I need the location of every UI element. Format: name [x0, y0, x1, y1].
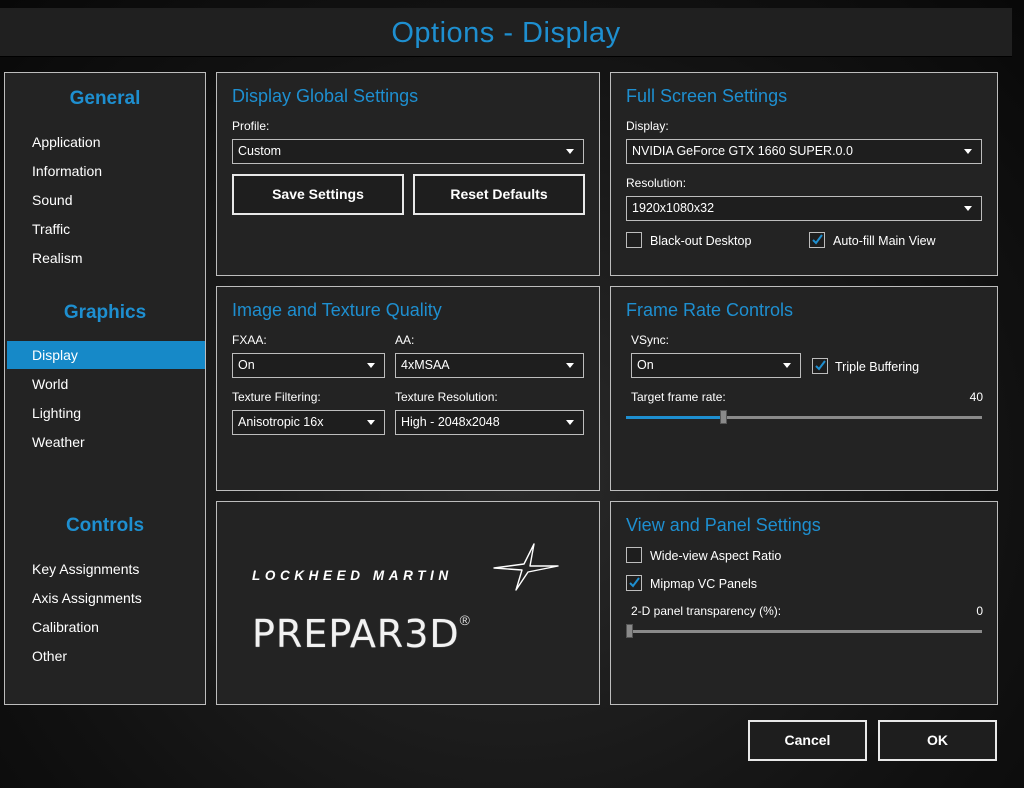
- display-value: NVIDIA GeForce GTX 1660 SUPER.0.0: [632, 144, 853, 158]
- global-settings-title: Display Global Settings: [232, 86, 419, 106]
- window-title: Options - Display: [0, 8, 1012, 57]
- view-title: View and Panel Settings: [626, 515, 821, 535]
- sidebar-nav: General Application Information Sound Tr…: [4, 72, 206, 705]
- display-select[interactable]: NVIDIA GeForce GTX 1660 SUPER.0.0: [626, 139, 982, 164]
- chevron-down-icon: [367, 363, 375, 368]
- logo-panel: LOCKHEED MARTIN PREPAR3D®: [216, 501, 600, 705]
- target-frame-rate-value: 40: [969, 390, 983, 404]
- sidebar-item-sound[interactable]: Sound: [7, 186, 205, 214]
- framerate-panel: Frame Rate Controls VSync: On Triple Buf…: [610, 286, 998, 491]
- texture-resolution-label: Texture Resolution:: [395, 390, 498, 404]
- vsync-value: On: [637, 358, 654, 372]
- fullscreen-settings-panel: Full Screen Settings Display: NVIDIA GeF…: [610, 72, 998, 276]
- autofill-main-view-checkbox[interactable]: [809, 232, 825, 248]
- blackout-desktop-label: Black-out Desktop: [650, 234, 752, 248]
- slider-track: [626, 630, 982, 633]
- chevron-down-icon: [566, 149, 574, 154]
- nav-heading-general: General: [69, 88, 141, 109]
- texture-resolution-select[interactable]: High - 2048x2048: [395, 410, 584, 435]
- slider-thumb[interactable]: [626, 624, 633, 638]
- aa-select[interactable]: 4xMSAA: [395, 353, 584, 378]
- aa-label: AA:: [395, 333, 415, 347]
- texture-filtering-value: Anisotropic 16x: [238, 415, 324, 429]
- blackout-desktop-checkbox[interactable]: [626, 232, 642, 248]
- target-frame-rate-slider[interactable]: [626, 409, 982, 425]
- sidebar-item-world[interactable]: World: [7, 370, 205, 398]
- texture-resolution-value: High - 2048x2048: [401, 415, 500, 429]
- view-panel: View and Panel Settings Wide-view Aspect…: [610, 501, 998, 705]
- chevron-down-icon: [964, 149, 972, 154]
- global-settings-panel: Display Global Settings Profile: Custom …: [216, 72, 600, 276]
- wide-view-aspect-checkbox[interactable]: [626, 547, 642, 563]
- aa-value: 4xMSAA: [401, 358, 450, 372]
- vsync-label: VSync:: [631, 333, 670, 347]
- autofill-main-view-label: Auto-fill Main View: [833, 234, 936, 248]
- sidebar-item-weather[interactable]: Weather: [7, 428, 205, 456]
- sidebar-item-calibration[interactable]: Calibration: [7, 613, 205, 641]
- display-label: Display:: [626, 119, 669, 133]
- framerate-title: Frame Rate Controls: [626, 300, 794, 320]
- prepar3d-logo: PREPAR3D®: [252, 612, 470, 660]
- sidebar-item-information[interactable]: Information: [7, 157, 205, 185]
- resolution-select[interactable]: 1920x1080x32: [626, 196, 982, 221]
- sidebar-item-application[interactable]: Application: [7, 128, 205, 156]
- quality-panel: Image and Texture Quality FXAA: On AA: 4…: [216, 286, 600, 491]
- star-logo-icon: [493, 543, 559, 591]
- sidebar-item-display[interactable]: Display: [7, 341, 205, 369]
- sidebar-item-lighting[interactable]: Lighting: [7, 399, 205, 427]
- triple-buffering-checkbox[interactable]: [812, 358, 828, 374]
- resolution-label: Resolution:: [626, 176, 687, 190]
- chevron-down-icon: [566, 363, 574, 368]
- chevron-down-icon: [367, 420, 375, 425]
- save-settings-button[interactable]: Save Settings: [232, 174, 404, 215]
- wide-view-aspect-label: Wide-view Aspect Ratio: [650, 549, 782, 563]
- profile-value: Custom: [238, 144, 282, 158]
- fxaa-value: On: [238, 358, 255, 372]
- reset-defaults-button[interactable]: Reset Defaults: [413, 174, 585, 215]
- target-frame-rate-label: Target frame rate:: [631, 390, 726, 404]
- mipmap-vc-panels-checkbox[interactable]: [626, 575, 642, 591]
- cancel-button[interactable]: Cancel: [748, 720, 867, 761]
- texture-filtering-select[interactable]: Anisotropic 16x: [232, 410, 385, 435]
- chevron-down-icon: [783, 363, 791, 368]
- checkmark-icon: [812, 234, 823, 245]
- panel-transparency-label: 2-D panel transparency (%):: [631, 604, 782, 618]
- lockheed-martin-text: LOCKHEED MARTIN: [252, 568, 453, 583]
- sidebar-item-other[interactable]: Other: [7, 642, 205, 670]
- registered-mark: ®: [459, 612, 470, 628]
- ok-button[interactable]: OK: [878, 720, 997, 761]
- sidebar-item-realism[interactable]: Realism: [7, 244, 205, 272]
- checkmark-icon: [629, 577, 640, 588]
- nav-heading-controls: Controls: [65, 515, 145, 536]
- slider-thumb[interactable]: [720, 410, 727, 424]
- sidebar-item-traffic[interactable]: Traffic: [7, 215, 205, 243]
- profile-select[interactable]: Custom: [232, 139, 584, 164]
- checkmark-icon: [815, 360, 826, 371]
- panel-transparency-value: 0: [976, 604, 983, 618]
- slider-fill: [626, 416, 720, 419]
- quality-title: Image and Texture Quality: [232, 300, 442, 320]
- fxaa-label: FXAA:: [232, 333, 267, 347]
- nav-heading-graphics: Graphics: [63, 302, 147, 323]
- vsync-select[interactable]: On: [631, 353, 801, 378]
- sidebar-item-axis-assignments[interactable]: Axis Assignments: [7, 584, 205, 612]
- profile-label: Profile:: [232, 119, 270, 133]
- chevron-down-icon: [964, 206, 972, 211]
- lockheed-martin-logo: LOCKHEED MARTIN: [252, 543, 572, 591]
- resolution-value: 1920x1080x32: [632, 201, 715, 215]
- texture-filtering-label: Texture Filtering:: [232, 390, 321, 404]
- sidebar-item-key-assignments[interactable]: Key Assignments: [7, 555, 205, 583]
- triple-buffering-label: Triple Buffering: [835, 360, 920, 374]
- chevron-down-icon: [566, 420, 574, 425]
- mipmap-vc-panels-label: Mipmap VC Panels: [650, 577, 757, 591]
- panel-transparency-slider[interactable]: [626, 623, 982, 639]
- fxaa-select[interactable]: On: [232, 353, 385, 378]
- fullscreen-settings-title: Full Screen Settings: [626, 86, 788, 106]
- prepar3d-text: PREPAR3D: [252, 612, 460, 656]
